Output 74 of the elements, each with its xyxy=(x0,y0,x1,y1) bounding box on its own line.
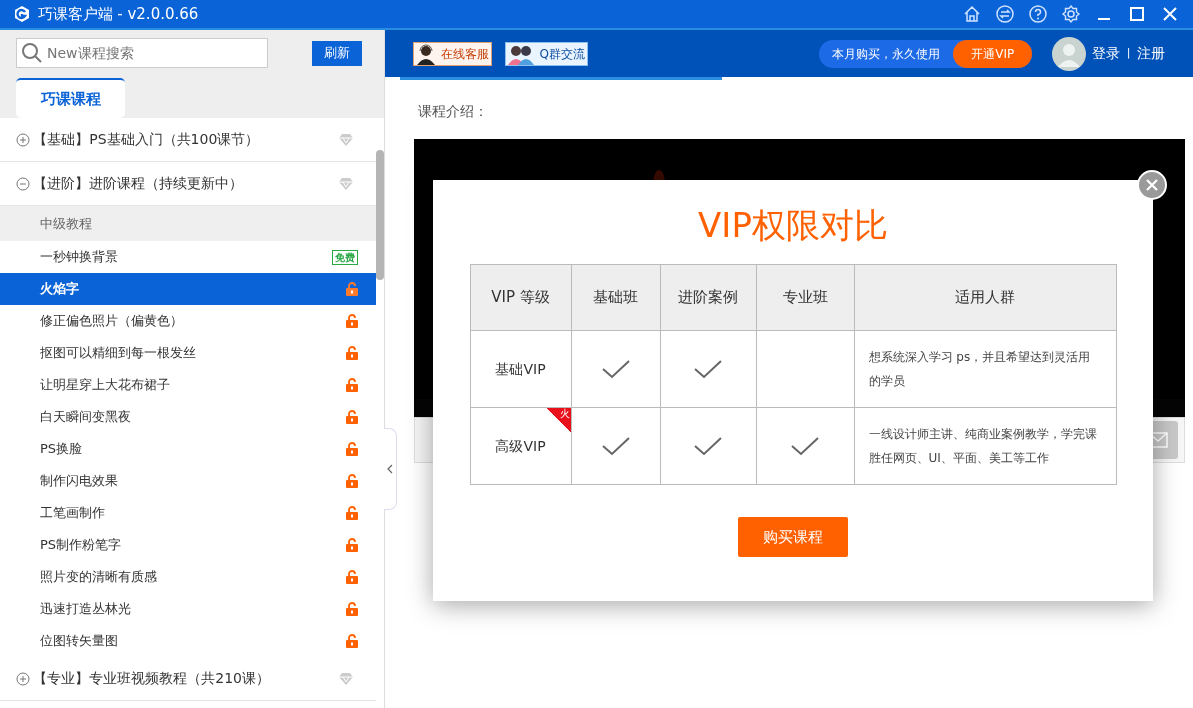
avatar-icon[interactable] xyxy=(1051,36,1086,71)
chevron-left-icon xyxy=(387,464,393,474)
lesson-title: PS制作粉笔字 xyxy=(40,536,122,555)
search-icon xyxy=(21,42,43,64)
expand-icon[interactable] xyxy=(16,671,30,686)
lesson-title: 修正偏色照片（偏黄色） xyxy=(40,312,183,331)
lesson-title: 让明星穿上大花布裙子 xyxy=(40,376,170,395)
vip-level: 高级VIP xyxy=(495,437,546,454)
lesson-title: 白天瞬间变黑夜 xyxy=(40,408,131,427)
lesson-item[interactable]: 抠图可以精细到每一根发丝 xyxy=(0,337,376,369)
lesson-item[interactable]: 让明星穿上大花布裙子 xyxy=(0,369,376,401)
lesson-title: 制作闪电效果 xyxy=(40,472,118,491)
hot-badge: 火 xyxy=(546,408,571,432)
diamond-icon xyxy=(338,132,354,147)
settings-icon[interactable] xyxy=(1061,4,1081,24)
column-header: 基础班 xyxy=(571,264,660,331)
refresh-button[interactable]: 刷新 xyxy=(312,40,362,66)
group-title: 【进阶】进阶课程（持续更新中） xyxy=(33,174,244,193)
lesson-title: 一秒钟换背景 xyxy=(40,248,118,267)
audience-text: 想系统深入学习 ps，并且希望达到灵活用的学员 xyxy=(868,350,1091,388)
lesson-item[interactable]: 工笔画制作 xyxy=(0,497,376,529)
lesson-title: 工笔画制作 xyxy=(40,504,105,523)
help-icon[interactable] xyxy=(1028,4,1048,24)
column-header: 专业班 xyxy=(756,264,854,331)
section-title: 中级教程 xyxy=(40,214,92,233)
lesson-item[interactable]: 一秒钟换背景 免费 xyxy=(0,241,376,273)
lesson-item[interactable]: 修正偏色照片（偏黄色） xyxy=(0,305,376,337)
register-link[interactable]: 注册 xyxy=(1137,43,1165,64)
lesson-item[interactable]: 照片变的清晰有质感 xyxy=(0,561,376,593)
diamond-icon xyxy=(338,671,354,686)
column-header: 进阶案例 xyxy=(660,264,756,331)
column-header: 适用人群 xyxy=(854,264,1116,331)
collapse-handle[interactable] xyxy=(384,428,397,510)
intro-label: 课程介绍： xyxy=(418,102,489,121)
lesson-item[interactable]: 制作闪电效果 xyxy=(0,465,376,497)
close-icon xyxy=(1146,179,1158,191)
scrollbar-thumb[interactable] xyxy=(376,150,384,280)
home-icon[interactable] xyxy=(962,4,982,24)
lesson-item[interactable]: PS制作粉笔字 xyxy=(0,529,376,561)
group-chat-button[interactable]: Q群交流 xyxy=(505,41,588,66)
course-group[interactable]: 【专业】专业班视频教程（共210课） xyxy=(0,657,376,701)
group-title: 【专业】专业班视频教程（共210课） xyxy=(33,669,270,688)
lesson-item[interactable]: 火焰字 xyxy=(0,273,376,305)
search-field[interactable]: New课程搜索 xyxy=(16,38,268,68)
lesson-title: 迅速打造丛林光 xyxy=(40,600,131,619)
column-header: VIP 等级 xyxy=(470,264,571,331)
dialog-title: VIP权限对比 xyxy=(697,204,889,247)
switch-icon[interactable] xyxy=(995,4,1015,24)
lesson-title: 照片变的清晰有质感 xyxy=(40,568,157,587)
separator: | xyxy=(1126,45,1131,62)
headset-person-icon xyxy=(414,42,438,65)
lesson-title: PS换脸 xyxy=(40,440,83,459)
audience-text: 一线设计师主讲、纯商业案例教学，学完课胜任网页、UI、平面、美工等工作 xyxy=(868,427,1097,465)
free-badge: 免费 xyxy=(332,249,358,265)
lesson-item[interactable]: PS换脸 xyxy=(0,433,376,465)
promo-text: 本月购买，永久使用 xyxy=(831,45,942,63)
app-logo-icon xyxy=(13,5,31,23)
lesson-item[interactable]: 白天瞬间变黑夜 xyxy=(0,401,376,433)
window-title: 巧课客户端 - v2.0.0.66 xyxy=(37,3,199,25)
lesson-title: 火焰字 xyxy=(40,280,79,299)
collapse-icon[interactable] xyxy=(16,176,30,191)
login-link[interactable]: 登录 xyxy=(1092,43,1121,64)
lesson-title: 位图转矢量图 xyxy=(40,632,118,651)
expand-icon[interactable] xyxy=(16,132,30,147)
support-button[interactable]: 在线客服 xyxy=(413,41,493,66)
maximize-icon[interactable] xyxy=(1127,4,1147,24)
diamond-icon xyxy=(338,176,354,191)
course-tab[interactable]: 巧课课程 xyxy=(16,78,125,118)
course-group[interactable]: 【基础】PS基础入门（共100课节） xyxy=(0,118,376,162)
group-title: 【基础】PS基础入门（共100课节） xyxy=(33,130,260,149)
vip-level: 基础VIP xyxy=(495,360,546,377)
lesson-item[interactable]: 位图转矢量图 xyxy=(0,625,376,657)
lesson-title: 抠图可以精细到每一根发丝 xyxy=(40,344,196,363)
lesson-item[interactable]: 迅速打造丛林光 xyxy=(0,593,376,625)
